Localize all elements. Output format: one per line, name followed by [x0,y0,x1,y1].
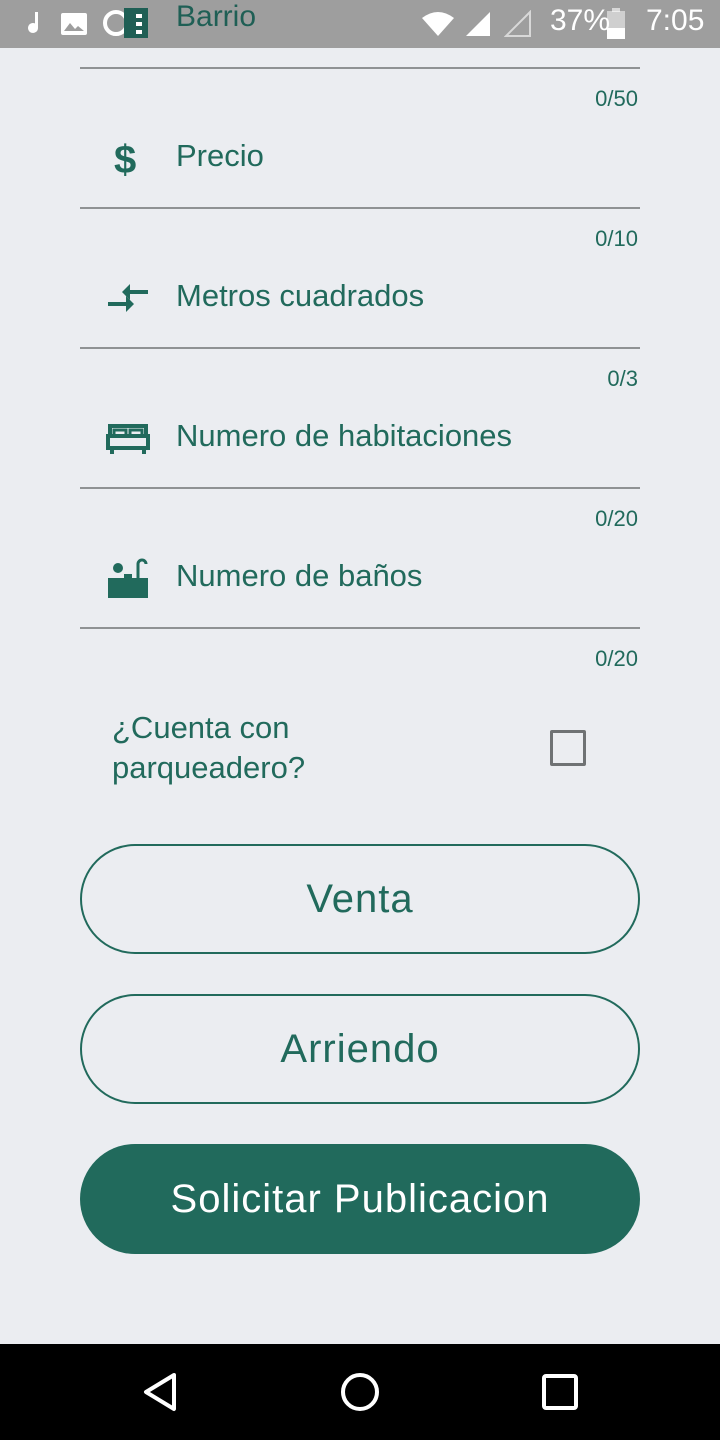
background-app-title: Barrio [176,0,257,33]
music-note-icon [24,10,48,43]
previous-field-counter: 0/50 [595,86,638,111]
square-meters-counter: 0/3 [607,366,638,391]
battery-percent: 37% [550,4,611,37]
svg-text:$: $ [114,138,136,180]
dollar-icon: $ [106,136,150,182]
cell-signal-icon [464,10,492,43]
price-input[interactable] [176,134,616,178]
parking-label: ¿Cuenta con parqueadero? [112,710,306,785]
price-underline [80,207,640,209]
price-counter: 0/10 [595,226,638,251]
status-bar: Barrio 37% 7:05 [0,0,720,48]
bedrooms-underline [80,487,640,489]
previous-field-underline [80,67,640,69]
wifi-icon [420,10,456,43]
bedrooms-counter: 0/20 [595,506,638,531]
system-nav-bar [0,1344,720,1440]
recents-icon[interactable] [540,1372,580,1412]
back-icon[interactable] [140,1372,180,1412]
bedrooms-input[interactable] [176,414,616,458]
submit-publication-button[interactable]: Solicitar Publicacion [80,1144,640,1254]
parking-checkbox[interactable] [550,730,586,766]
app-notification-icon [102,6,150,45]
bathrooms-underline [80,627,640,629]
image-icon [60,12,88,41]
battery-icon [606,8,626,45]
bathrooms-input[interactable] [176,554,616,598]
sale-button[interactable]: Venta [80,844,640,954]
square-meters-underline [80,347,640,349]
home-icon[interactable] [340,1372,380,1412]
cell-signal-empty-icon [503,9,532,43]
bed-icon [106,416,150,460]
bathtub-icon [106,556,150,600]
app-screen: Barrio 37% 7:05 0/50 $ Precio 0/10 Metro… [0,0,720,1440]
rent-button[interactable]: Arriendo [80,994,640,1104]
compare-arrows-icon [106,276,150,320]
clock: 7:05 [646,4,705,37]
bathrooms-counter: 0/20 [595,646,638,671]
square-meters-input[interactable] [176,274,616,318]
